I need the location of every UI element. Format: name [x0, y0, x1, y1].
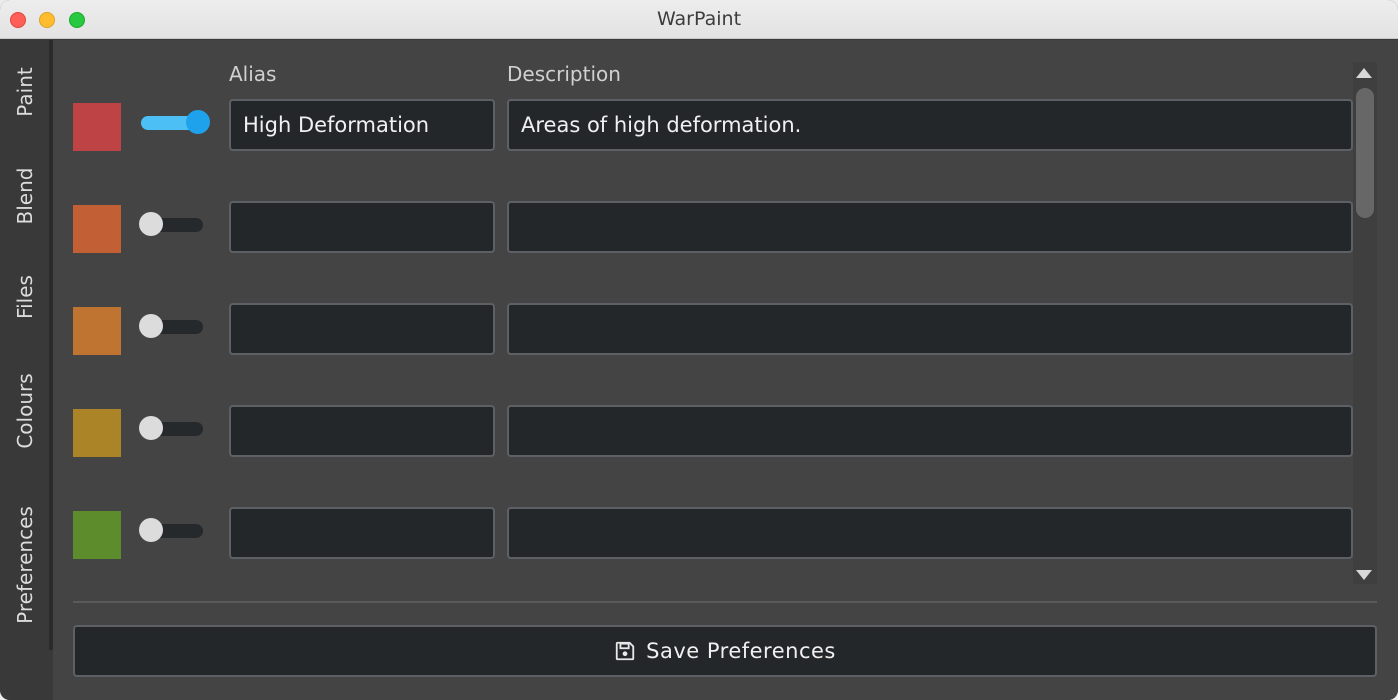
- colour-enabled-toggle[interactable]: [137, 108, 210, 138]
- save-preferences-label: Save Preferences: [646, 639, 836, 663]
- tab-preferences[interactable]: Preferences: [0, 480, 50, 650]
- alias-input[interactable]: High Deformation: [229, 99, 495, 151]
- description-input[interactable]: Areas of high deformation.: [507, 99, 1353, 151]
- toggle-knob: [139, 416, 163, 440]
- floppy-disk-icon: [615, 641, 635, 661]
- colour-swatch[interactable]: [73, 103, 121, 151]
- toggle-knob: [186, 110, 210, 134]
- scrollbar-thumb[interactable]: [1356, 88, 1374, 218]
- description-input[interactable]: [507, 507, 1353, 559]
- save-preferences-button[interactable]: Save Preferences: [73, 625, 1377, 677]
- alias-input[interactable]: [229, 201, 495, 253]
- colour-swatch[interactable]: [73, 307, 121, 355]
- colour-enabled-toggle[interactable]: [137, 312, 207, 342]
- colour-row: [0, 507, 1353, 565]
- title-bar: WarPaint: [0, 0, 1398, 39]
- colour-row: [0, 405, 1353, 463]
- colour-enabled-toggle[interactable]: [137, 414, 207, 444]
- alias-column-header: Alias: [229, 62, 277, 86]
- toggle-knob: [139, 518, 163, 542]
- colour-swatch[interactable]: [73, 409, 121, 457]
- colour-row: High Deformation Areas of high deformati…: [0, 99, 1353, 157]
- alias-input[interactable]: [229, 303, 495, 355]
- footer-divider: [73, 601, 1377, 603]
- description-input[interactable]: [507, 303, 1353, 355]
- colour-enabled-toggle[interactable]: [137, 516, 207, 546]
- alias-input[interactable]: [229, 405, 495, 457]
- description-column-header: Description: [507, 62, 621, 86]
- description-input[interactable]: [507, 405, 1353, 457]
- alias-input[interactable]: [229, 507, 495, 559]
- description-input[interactable]: [507, 201, 1353, 253]
- window-title: WarPaint: [656, 8, 742, 30]
- toggle-knob: [139, 212, 163, 236]
- colour-swatch[interactable]: [73, 205, 121, 253]
- colour-enabled-toggle[interactable]: [137, 210, 207, 240]
- colour-swatch[interactable]: [73, 511, 121, 559]
- app-window: WarPaint Paint Blend Files Colours Prefe…: [0, 0, 1398, 700]
- scroll-down-arrow-icon[interactable]: [1356, 570, 1372, 580]
- colour-row: [0, 303, 1353, 361]
- colour-row: [0, 201, 1353, 259]
- toggle-knob: [139, 314, 163, 338]
- scroll-up-arrow-icon[interactable]: [1356, 68, 1372, 78]
